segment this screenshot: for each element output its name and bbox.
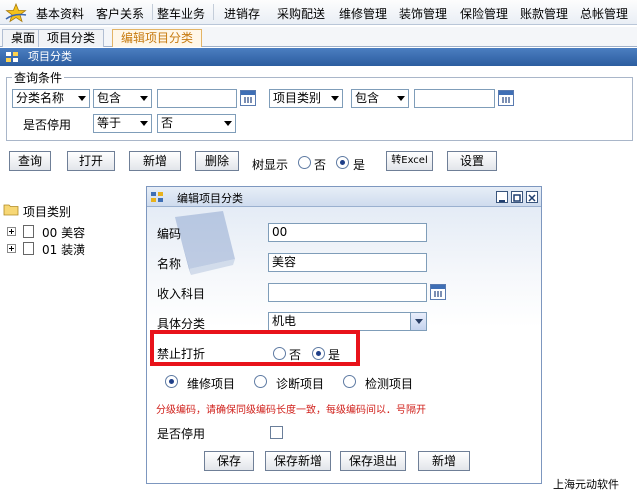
panel-header: 项目分类 xyxy=(0,48,637,66)
type-inspection-label: 检测项目 xyxy=(365,377,414,391)
panel-title: 项目分类 xyxy=(28,50,72,63)
menu-separator xyxy=(213,4,214,20)
menu-general-ledger[interactable]: 总帐管理 xyxy=(580,5,628,22)
value3-value: 否 xyxy=(161,116,174,130)
category-select[interactable]: 机电 xyxy=(268,312,427,331)
op3-select[interactable]: 等于 xyxy=(93,114,152,133)
tab-item-category[interactable]: 项目分类 xyxy=(38,29,105,47)
op1-value: 包含 xyxy=(97,91,122,105)
chevron-down-icon xyxy=(140,121,148,126)
type-diagnosis-radio[interactable] xyxy=(254,375,267,388)
query-legend: 查询条件 xyxy=(12,69,65,86)
chevron-down-icon xyxy=(224,121,232,126)
tree-item-label[interactable]: 00 美容 xyxy=(42,224,85,241)
tree-display-no-label: 否 xyxy=(314,158,327,172)
document-icon xyxy=(23,225,34,238)
field1-value-input[interactable] xyxy=(157,89,237,108)
grid-icon xyxy=(151,192,163,202)
income-account-label: 收入科目 xyxy=(157,287,206,301)
dialog-disabled-label: 是否停用 xyxy=(157,427,206,441)
tab-edit-item-category[interactable]: 编辑项目分类 xyxy=(112,29,203,47)
calendar-icon[interactable] xyxy=(498,90,514,106)
dialog-add-button[interactable]: 新增 xyxy=(418,451,470,471)
op2-value: 包含 xyxy=(355,91,380,105)
op1-select[interactable]: 包含 xyxy=(93,89,152,108)
op2-select[interactable]: 包含 xyxy=(351,89,409,108)
menu-repair-management[interactable]: 维修管理 xyxy=(339,5,387,22)
menu-decoration-management[interactable]: 装饰管理 xyxy=(399,5,447,22)
save-exit-button[interactable]: 保存退出 xyxy=(340,451,406,471)
chevron-down-icon xyxy=(331,96,339,101)
dialog-title: 编辑项目分类 xyxy=(177,192,243,205)
tree-root-label[interactable]: 项目类别 xyxy=(23,203,71,220)
dropdown-button[interactable] xyxy=(410,313,426,330)
settings-button[interactable]: 设置 xyxy=(447,151,497,171)
op3-value: 等于 xyxy=(97,116,122,130)
coding-hint-text: 分级编码，请确保同级编码长度一致，每级编码间以．号隔开 xyxy=(156,405,426,416)
close-icon[interactable] xyxy=(526,191,538,203)
tree-display-yes-radio[interactable] xyxy=(336,156,349,169)
chevron-down-icon xyxy=(140,96,148,101)
value3-select[interactable]: 否 xyxy=(157,114,236,133)
calendar-icon[interactable] xyxy=(430,284,446,300)
menu-purchase-distribution[interactable]: 采购配送 xyxy=(277,5,325,22)
code-label: 编码 xyxy=(157,227,182,241)
field2-select[interactable]: 项目类别 xyxy=(269,89,343,108)
maximize-icon[interactable] xyxy=(511,191,523,203)
field1-value: 分类名称 xyxy=(16,91,65,105)
field1-select[interactable]: 分类名称 xyxy=(12,89,90,108)
menu-vehicle-business[interactable]: 整车业务 xyxy=(157,5,205,22)
delete-button[interactable]: 删除 xyxy=(195,151,239,171)
query-button[interactable]: 查询 xyxy=(9,151,51,171)
name-input[interactable]: 美容 xyxy=(268,253,427,272)
open-button[interactable]: 打开 xyxy=(67,151,115,171)
dialog-header: 编辑项目分类 xyxy=(147,187,541,207)
code-input[interactable]: 00 xyxy=(268,223,427,242)
field2-value: 项目类别 xyxy=(273,91,322,105)
disabled-label: 是否停用 xyxy=(23,118,72,132)
add-button[interactable]: 新增 xyxy=(129,151,181,171)
footer-brand: 上海元动软件 xyxy=(553,478,619,491)
name-label: 名称 xyxy=(157,257,182,271)
menu-accounts-management[interactable]: 账款管理 xyxy=(520,5,568,22)
type-diagnosis-label: 诊断项目 xyxy=(276,377,325,391)
expand-icon[interactable] xyxy=(7,244,16,253)
export-excel-button[interactable]: 转Excel xyxy=(386,151,433,171)
top-menu-bar: 基本资料 客户关系 整车业务 进销存 采购配送 维修管理 装饰管理 保险管理 账… xyxy=(0,0,637,25)
tree-display-no-radio[interactable] xyxy=(298,156,311,169)
menu-inventory[interactable]: 进销存 xyxy=(224,5,260,22)
tab-bar: 桌面 项目分类 编辑项目分类 xyxy=(0,27,637,47)
save-button[interactable]: 保存 xyxy=(204,451,254,471)
menu-basic-data[interactable]: 基本资料 xyxy=(36,5,84,22)
field2-value-input[interactable] xyxy=(414,89,495,108)
income-account-input[interactable] xyxy=(268,283,427,302)
document-icon xyxy=(23,242,34,255)
tree-display-yes-label: 是 xyxy=(353,158,366,172)
category-value: 机电 xyxy=(272,314,297,328)
calendar-icon[interactable] xyxy=(240,90,256,106)
tree-display-label: 树显示 xyxy=(252,158,289,172)
save-add-button[interactable]: 保存新增 xyxy=(265,451,331,471)
name-value: 美容 xyxy=(272,255,297,269)
highlight-box xyxy=(150,330,360,366)
grid-icon xyxy=(6,52,18,62)
minimize-icon[interactable] xyxy=(496,191,508,203)
type-repair-radio[interactable] xyxy=(165,375,178,388)
menu-separator xyxy=(152,4,153,20)
folder-icon xyxy=(3,204,19,216)
code-value: 00 xyxy=(272,225,288,239)
type-inspection-radio[interactable] xyxy=(343,375,356,388)
menu-customer-relations[interactable]: 客户关系 xyxy=(96,5,144,22)
chevron-down-icon xyxy=(415,319,423,324)
star-logo-icon xyxy=(5,3,27,23)
disabled-checkbox[interactable] xyxy=(270,426,283,439)
book-watermark-icon xyxy=(175,211,235,275)
chevron-down-icon xyxy=(78,96,86,101)
chevron-down-icon xyxy=(397,96,405,101)
menu-insurance-management[interactable]: 保险管理 xyxy=(460,5,508,22)
tree-item-label[interactable]: 01 装潢 xyxy=(42,241,85,258)
expand-icon[interactable] xyxy=(7,227,16,236)
type-repair-label: 维修项目 xyxy=(187,377,236,391)
